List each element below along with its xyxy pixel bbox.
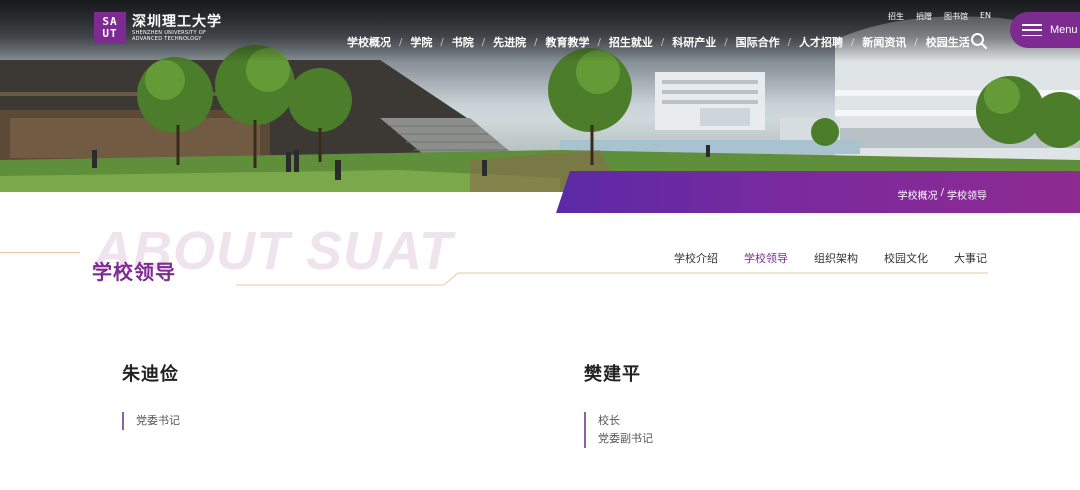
tab-introduction[interactable]: 学校介绍 [674,250,718,266]
page: SA UT 深圳理工大学 SHENZHEN UNIVERSITY OF ADVA… [0,0,1080,490]
tab-organization[interactable]: 组织架构 [814,250,858,266]
nav-separator: / [597,36,601,48]
leader-name[interactable]: 樊建平 [584,360,653,386]
utility-links: 招生 捐赠 图书馆 EN [888,11,991,22]
nav-separator: / [787,36,791,48]
nav-item-admission[interactable]: 招生就业 [609,34,653,50]
nav-separator: / [724,36,728,48]
nav-item-campus-life[interactable]: 校园生活 [926,34,970,50]
nav-item-research[interactable]: 科研产业 [672,34,716,50]
leader-role: 党委书记 [136,414,180,427]
nav-separator: / [851,36,855,48]
utility-link-english[interactable]: EN [980,11,991,22]
section-underline [236,272,988,286]
page-title: 学校领导 [92,260,176,284]
nav-item-schools[interactable]: 学院 [410,34,432,50]
section-tabs: 学校介绍 学校领导 组织架构 校园文化 大事记 [674,250,987,266]
breadcrumb-separator: / [940,187,944,198]
leader-roles: 校长 党委副书记 [584,412,653,448]
leader-role: 校长 [598,414,620,427]
breadcrumb-band [556,171,1080,213]
menu-label: Menu [1050,24,1078,36]
utility-link-admissions[interactable]: 招生 [888,11,904,22]
nav-item-news[interactable]: 新闻资讯 [862,34,906,50]
nav-item-colleges[interactable]: 书院 [452,34,474,50]
main-nav: 学校概况 / 学院 / 书院 / 先进院 / 教育教学 / 招生就业 / 科研产业 / 国际合… [347,34,970,50]
nav-separator: / [399,36,403,48]
section-lead-line [0,252,80,253]
logo-mark-bottom: UT [102,27,118,40]
leader-card[interactable]: 樊建平 校长 党委副书记 [584,360,653,448]
tab-leadership[interactable]: 学校领导 [744,250,788,266]
nav-item-international[interactable]: 国际合作 [736,34,780,50]
nav-separator: / [660,36,665,48]
logo-name-en-2: ADVANCED TECHNOLOGY [132,36,202,42]
breadcrumb-parent[interactable]: 学校概况 [898,187,938,202]
tab-culture[interactable]: 校园文化 [884,250,928,266]
utility-link-donate[interactable]: 捐赠 [916,11,932,22]
menu-icon [1022,24,1042,36]
tab-milestones[interactable]: 大事记 [954,250,987,266]
nav-item-education[interactable]: 教育教学 [546,34,590,50]
logo-name-cn: 深圳理工大学 [132,14,222,30]
menu-button[interactable]: Menu [1010,12,1080,48]
university-logo[interactable]: SA UT 深圳理工大学 SHENZHEN UNIVERSITY OF ADVA… [94,12,222,44]
nav-item-careers[interactable]: 人才招聘 [799,34,843,50]
breadcrumb: 学校概况 / 学校领导 [898,187,987,202]
nav-item-siat[interactable]: 先进院 [493,34,526,50]
leader-name[interactable]: 朱迪俭 [122,360,180,386]
leader-roles: 党委书记 [122,412,180,430]
logo-text: 深圳理工大学 SHENZHEN UNIVERSITY OF ADVANCED T… [132,14,222,42]
logo-icon: SA UT [94,12,126,44]
search-icon[interactable] [970,32,988,50]
nav-item-about[interactable]: 学校概况 [347,34,391,50]
nav-separator: / [914,36,918,48]
nav-separator: / [481,36,486,48]
nav-separator: / [534,36,538,48]
leader-role: 党委副书记 [598,432,653,445]
leader-card[interactable]: 朱迪俭 党委书记 [122,360,180,430]
nav-separator: / [440,36,444,48]
utility-link-library[interactable]: 图书馆 [944,11,968,22]
breadcrumb-current: 学校领导 [947,191,987,202]
